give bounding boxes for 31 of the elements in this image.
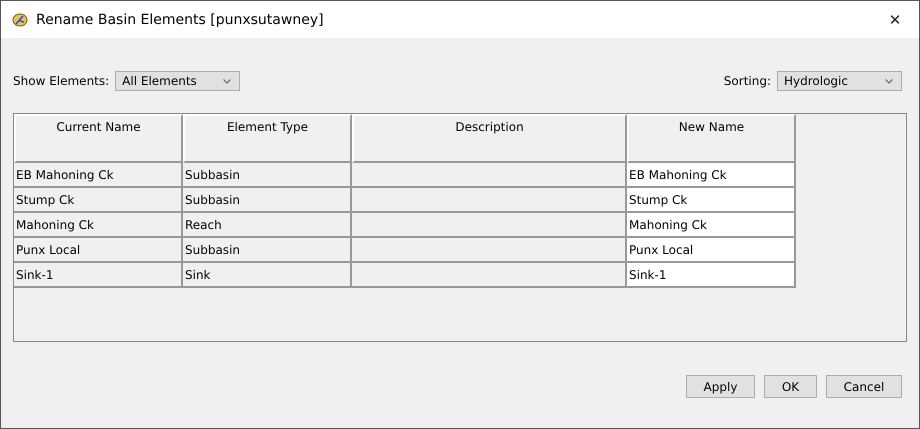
show-elements-label: Show Elements: bbox=[13, 74, 110, 88]
column-header[interactable]: Description bbox=[352, 114, 627, 163]
dialog-button[interactable]: Apply bbox=[686, 375, 755, 398]
show-elements-dropdown[interactable]: All Elements bbox=[115, 71, 240, 91]
chevron-icon bbox=[885, 78, 893, 84]
input-field[interactable]: Stump Ck bbox=[627, 188, 796, 213]
table-cell: EB Mahoning Ck bbox=[14, 163, 183, 188]
table-cell: Sink-1 bbox=[14, 263, 183, 288]
column-header[interactable]: Current Name bbox=[14, 114, 183, 163]
table-cell: Punx Local bbox=[14, 238, 183, 263]
dialog-button[interactable]: OK bbox=[764, 375, 817, 398]
input-field[interactable]: Mahoning Ck bbox=[627, 213, 796, 238]
input-field[interactable]: Sink-1 bbox=[627, 263, 796, 288]
input-field[interactable]: Punx Local bbox=[627, 238, 796, 263]
table-cell: Mahoning Ck bbox=[14, 213, 183, 238]
input-field[interactable]: EB Mahoning Ck bbox=[627, 163, 796, 188]
table-cell: Subbasin bbox=[183, 163, 352, 188]
chevron-icon bbox=[223, 78, 232, 84]
app-icon bbox=[12, 12, 28, 28]
table-cell: Subbasin bbox=[183, 188, 352, 213]
table-cell: Sink bbox=[183, 263, 352, 288]
sorting-dropdown[interactable]: Hydrologic bbox=[777, 71, 902, 91]
window-title: Rename Basin Elements [punxsutawney] bbox=[36, 12, 325, 28]
close-button[interactable]: ✕ bbox=[873, 10, 917, 28]
column-header[interactable]: Element Type bbox=[183, 114, 352, 163]
table-cell: Reach bbox=[183, 213, 352, 238]
table-cell: Stump Ck bbox=[14, 188, 183, 213]
table-cell: Subbasin bbox=[183, 238, 352, 263]
dialog-button[interactable]: Cancel bbox=[826, 375, 902, 398]
sorting-label: Sorting: bbox=[724, 74, 771, 88]
column-header[interactable]: New Name bbox=[627, 114, 796, 163]
